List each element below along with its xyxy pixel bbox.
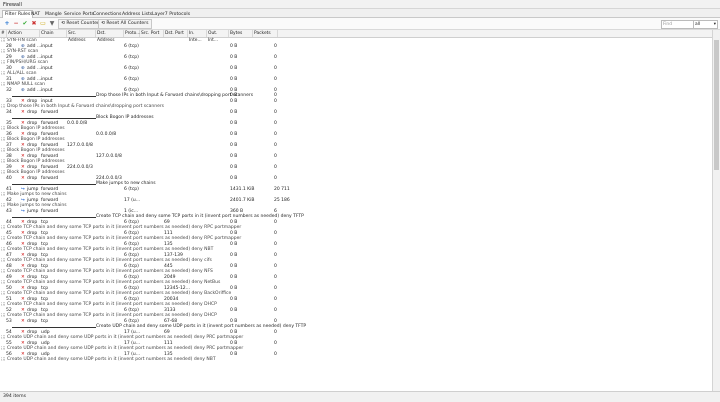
status-bar: 394 items — [0, 391, 720, 402]
col-src-address[interactable]: Src. Address — [67, 30, 96, 43]
vertical-scrollbar[interactable] — [712, 30, 720, 391]
window-title: Firewall — [3, 1, 22, 8]
filter-select[interactable]: all ▾ — [693, 19, 718, 29]
find-input[interactable]: Find — [661, 19, 694, 29]
item-count: 394 items — [3, 394, 27, 399]
filter-icon[interactable]: ▼ — [47, 19, 57, 29]
separator-line — [12, 183, 96, 185]
col-action[interactable]: Action — [7, 30, 40, 37]
rules-table-body: ;;; SYN-FIN scan 28 ⊕ add ... input 6 (tcp) 0 … — [0, 38, 712, 391]
comment-text: ;;; Create UDP chain and deny some UDP p… — [1, 357, 216, 362]
col-number[interactable]: # — [0, 30, 7, 37]
scrollbar-thumb[interactable] — [714, 40, 719, 170]
col-in-interface[interactable]: In. Inte... — [188, 30, 207, 43]
reset-all-counters-button[interactable]: ⟲ Reset All Counters — [98, 19, 152, 29]
col-dst-address[interactable]: Dst. Address — [96, 30, 124, 43]
tab-bar: Filter Rules NAT Mangle Service Ports Co… — [0, 9, 720, 19]
reset-all-counters-label: Reset All Counters — [106, 21, 149, 26]
col-dst-port[interactable]: Dst. Port — [164, 30, 188, 37]
separator-line — [12, 117, 96, 119]
comment-row[interactable]: ;;; Create UDP chain and deny some UDP p… — [0, 357, 712, 363]
col-out-interface[interactable]: Out. Int... — [207, 30, 229, 43]
col-chain[interactable]: Chain — [40, 30, 67, 37]
table-header: # Action Chain Src. Address Dst. Address… — [0, 30, 712, 43]
toolbar: + − ✔ ✖ ▭ ▼ ⟲ Reset Counters ⟲ Reset All… — [0, 18, 720, 30]
col-src-port[interactable]: Src. Port — [140, 30, 164, 37]
window-titlebar: Firewall — [0, 0, 720, 9]
separator-line — [12, 95, 96, 97]
reset-counters-label: Reset Counters — [66, 21, 102, 26]
col-protocol[interactable]: Proto... — [124, 30, 140, 37]
chevron-down-icon: ▾ — [713, 21, 716, 27]
col-bytes[interactable]: Bytes — [229, 30, 253, 37]
separator-line — [12, 326, 96, 328]
filter-select-value: all — [695, 21, 701, 27]
separator-line — [12, 216, 96, 218]
col-packets[interactable]: Packets — [253, 30, 278, 37]
